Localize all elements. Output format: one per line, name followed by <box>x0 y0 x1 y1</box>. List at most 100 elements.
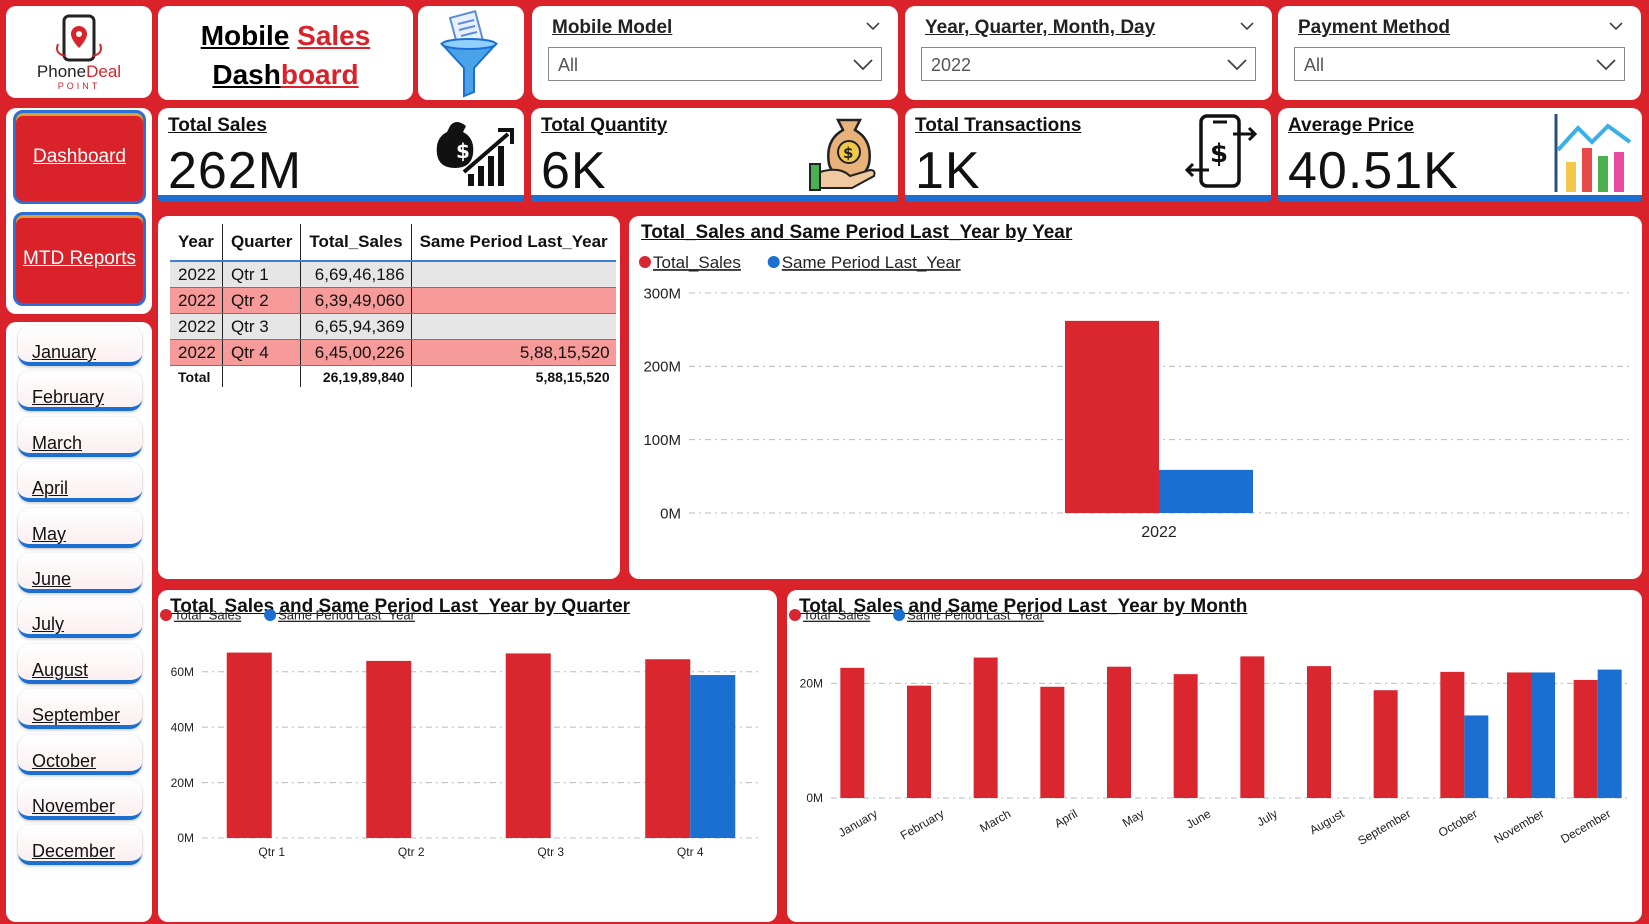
month-button-june[interactable]: June <box>18 553 142 593</box>
table-cell: 2022 <box>170 261 223 288</box>
y-tick-label: 300M <box>643 285 681 302</box>
brand-subtitle: POINT <box>57 81 101 91</box>
mobile-model-dropdown[interactable]: All <box>548 47 882 81</box>
column-header[interactable]: Total_Sales <box>300 224 412 262</box>
column-header[interactable]: Year <box>170 224 223 262</box>
payment-method-slicer[interactable]: Payment Method All <box>1278 6 1641 100</box>
chevron-down-icon[interactable] <box>1227 59 1247 71</box>
month-button-march[interactable]: March <box>18 416 142 457</box>
y-tick-label: 0M <box>806 791 823 805</box>
money-growth-icon: $ <box>436 122 514 186</box>
table-cell: 5,88,15,520 <box>411 339 616 366</box>
table-cell: 6,45,00,226 <box>300 339 412 366</box>
chevron-down-icon[interactable] <box>866 22 880 31</box>
month-label: April <box>32 478 69 499</box>
month-button-may[interactable]: May <box>18 507 142 548</box>
svg-text:$: $ <box>456 139 470 163</box>
bar[interactable] <box>1507 672 1531 798</box>
legend-label[interactable]: Same Period Last_Year <box>907 608 1045 623</box>
phone-location-icon <box>56 14 102 62</box>
bar[interactable] <box>366 660 412 838</box>
bar[interactable] <box>1373 690 1398 798</box>
payment-method-value: All <box>1304 55 1325 75</box>
table-total-row: Total 26,19,89,840 5,88,15,520 <box>170 365 616 387</box>
nav-panel: Dashboard MTD Reports <box>6 108 152 314</box>
bar[interactable] <box>907 685 931 798</box>
filter-funnel-icon[interactable] <box>418 6 524 100</box>
dashboard-nav-button[interactable]: Dashboard <box>13 110 146 204</box>
y-tick-label: 0M <box>660 505 681 522</box>
bar[interactable] <box>1531 672 1555 798</box>
x-tick-label: Qtr 2 <box>398 845 425 859</box>
date-hierarchy-dropdown[interactable]: 2022 <box>921 47 1256 81</box>
table-row: 2022 Qtr 1 6,69,46,186 <box>170 261 616 288</box>
bar[interactable] <box>1173 674 1198 798</box>
month-button-august[interactable]: August <box>18 643 142 684</box>
payment-method-dropdown[interactable]: All <box>1294 47 1625 81</box>
x-tick-label: Qtr 1 <box>258 845 285 859</box>
x-tick-label: Qtr 3 <box>537 845 564 859</box>
chevron-down-icon[interactable] <box>1609 22 1623 31</box>
table-cell: 2022 <box>170 313 223 340</box>
month-button-april[interactable]: April <box>18 462 142 503</box>
month-button-october[interactable]: October <box>18 734 142 775</box>
bar[interactable] <box>973 657 998 798</box>
bar[interactable] <box>1464 715 1489 798</box>
mtd-reports-nav-button[interactable]: MTD Reports <box>13 212 146 306</box>
legend-label[interactable]: Total_Sales <box>653 253 741 272</box>
total-transactions-card: Total Transactions 1K $ <box>905 108 1271 202</box>
bar[interactable] <box>1440 671 1465 798</box>
month-label: November <box>32 796 116 816</box>
bar[interactable] <box>1040 686 1065 798</box>
bar[interactable] <box>1573 679 1598 798</box>
legend-label[interactable]: Total_Sales <box>803 608 871 623</box>
legend-marker <box>789 609 801 621</box>
bar[interactable] <box>226 652 272 838</box>
month-button-september[interactable]: September <box>18 689 142 730</box>
legend-label[interactable]: Total_Sales <box>174 608 242 623</box>
money-bag-hand-icon: $ <box>809 118 876 191</box>
month-button-july[interactable]: July <box>18 598 142 639</box>
month-button-november[interactable]: November <box>18 780 142 820</box>
chevron-down-icon[interactable] <box>1240 22 1254 31</box>
month-label: February <box>32 387 105 408</box>
chevron-down-icon[interactable] <box>1596 59 1616 71</box>
chart-plot: Total_Sales Same Period Last_Year 0M 100M 20… <box>639 253 1629 541</box>
bar[interactable] <box>840 667 865 798</box>
bar[interactable] <box>505 653 551 838</box>
y-tick-label: 20M <box>800 677 823 691</box>
total-quantity-card: Total Quantity 6K $ <box>531 108 898 202</box>
column-header[interactable]: Same Period Last_Year <box>411 224 616 262</box>
table-row: 2022 Qtr 3 6,65,94,369 <box>170 313 616 340</box>
bar[interactable] <box>1307 666 1331 798</box>
mobile-model-slicer[interactable]: Mobile Model All <box>532 6 898 100</box>
month-button-february[interactable]: February <box>18 371 142 412</box>
x-tick-label: January <box>836 806 880 839</box>
bar-chart-icon <box>1554 114 1632 192</box>
bar[interactable] <box>1107 666 1131 798</box>
table-cell: Qtr 4 <box>222 339 302 366</box>
bar[interactable] <box>1159 469 1253 513</box>
bar[interactable] <box>690 675 736 838</box>
average-price-value: 40.51K <box>1288 142 1459 200</box>
mobile-payment-icon: $ <box>1184 114 1258 188</box>
table-cell: 5,88,15,520 <box>535 368 610 385</box>
month-label: May <box>32 523 67 544</box>
column-header[interactable]: Quarter <box>222 224 302 262</box>
svg-text:$: $ <box>843 144 853 162</box>
month-button-january[interactable]: January <box>18 326 142 366</box>
bar[interactable] <box>1597 669 1622 798</box>
average-price-card: Average Price 40.51K <box>1278 108 1642 202</box>
mobile-model-value: All <box>558 55 579 75</box>
chevron-down-icon[interactable] <box>853 59 873 71</box>
legend-label[interactable]: Same Period Last_Year <box>782 253 961 272</box>
sales-matrix-table: Year Quarter Total_Sales Same Period Last_Y… <box>158 216 620 579</box>
sales-by-year-chart: Total_Sales and Same Period Last_Year by… <box>629 216 1642 579</box>
legend-label[interactable]: Same Period Last_Year <box>278 608 416 623</box>
month-button-december[interactable]: December <box>18 825 142 866</box>
x-tick-label: October <box>1436 806 1480 839</box>
bar[interactable] <box>645 659 691 838</box>
date-hierarchy-slicer[interactable]: Year, Quarter, Month, Day 2022 <box>905 6 1272 100</box>
bar[interactable] <box>1065 320 1159 513</box>
bar[interactable] <box>1240 656 1265 798</box>
